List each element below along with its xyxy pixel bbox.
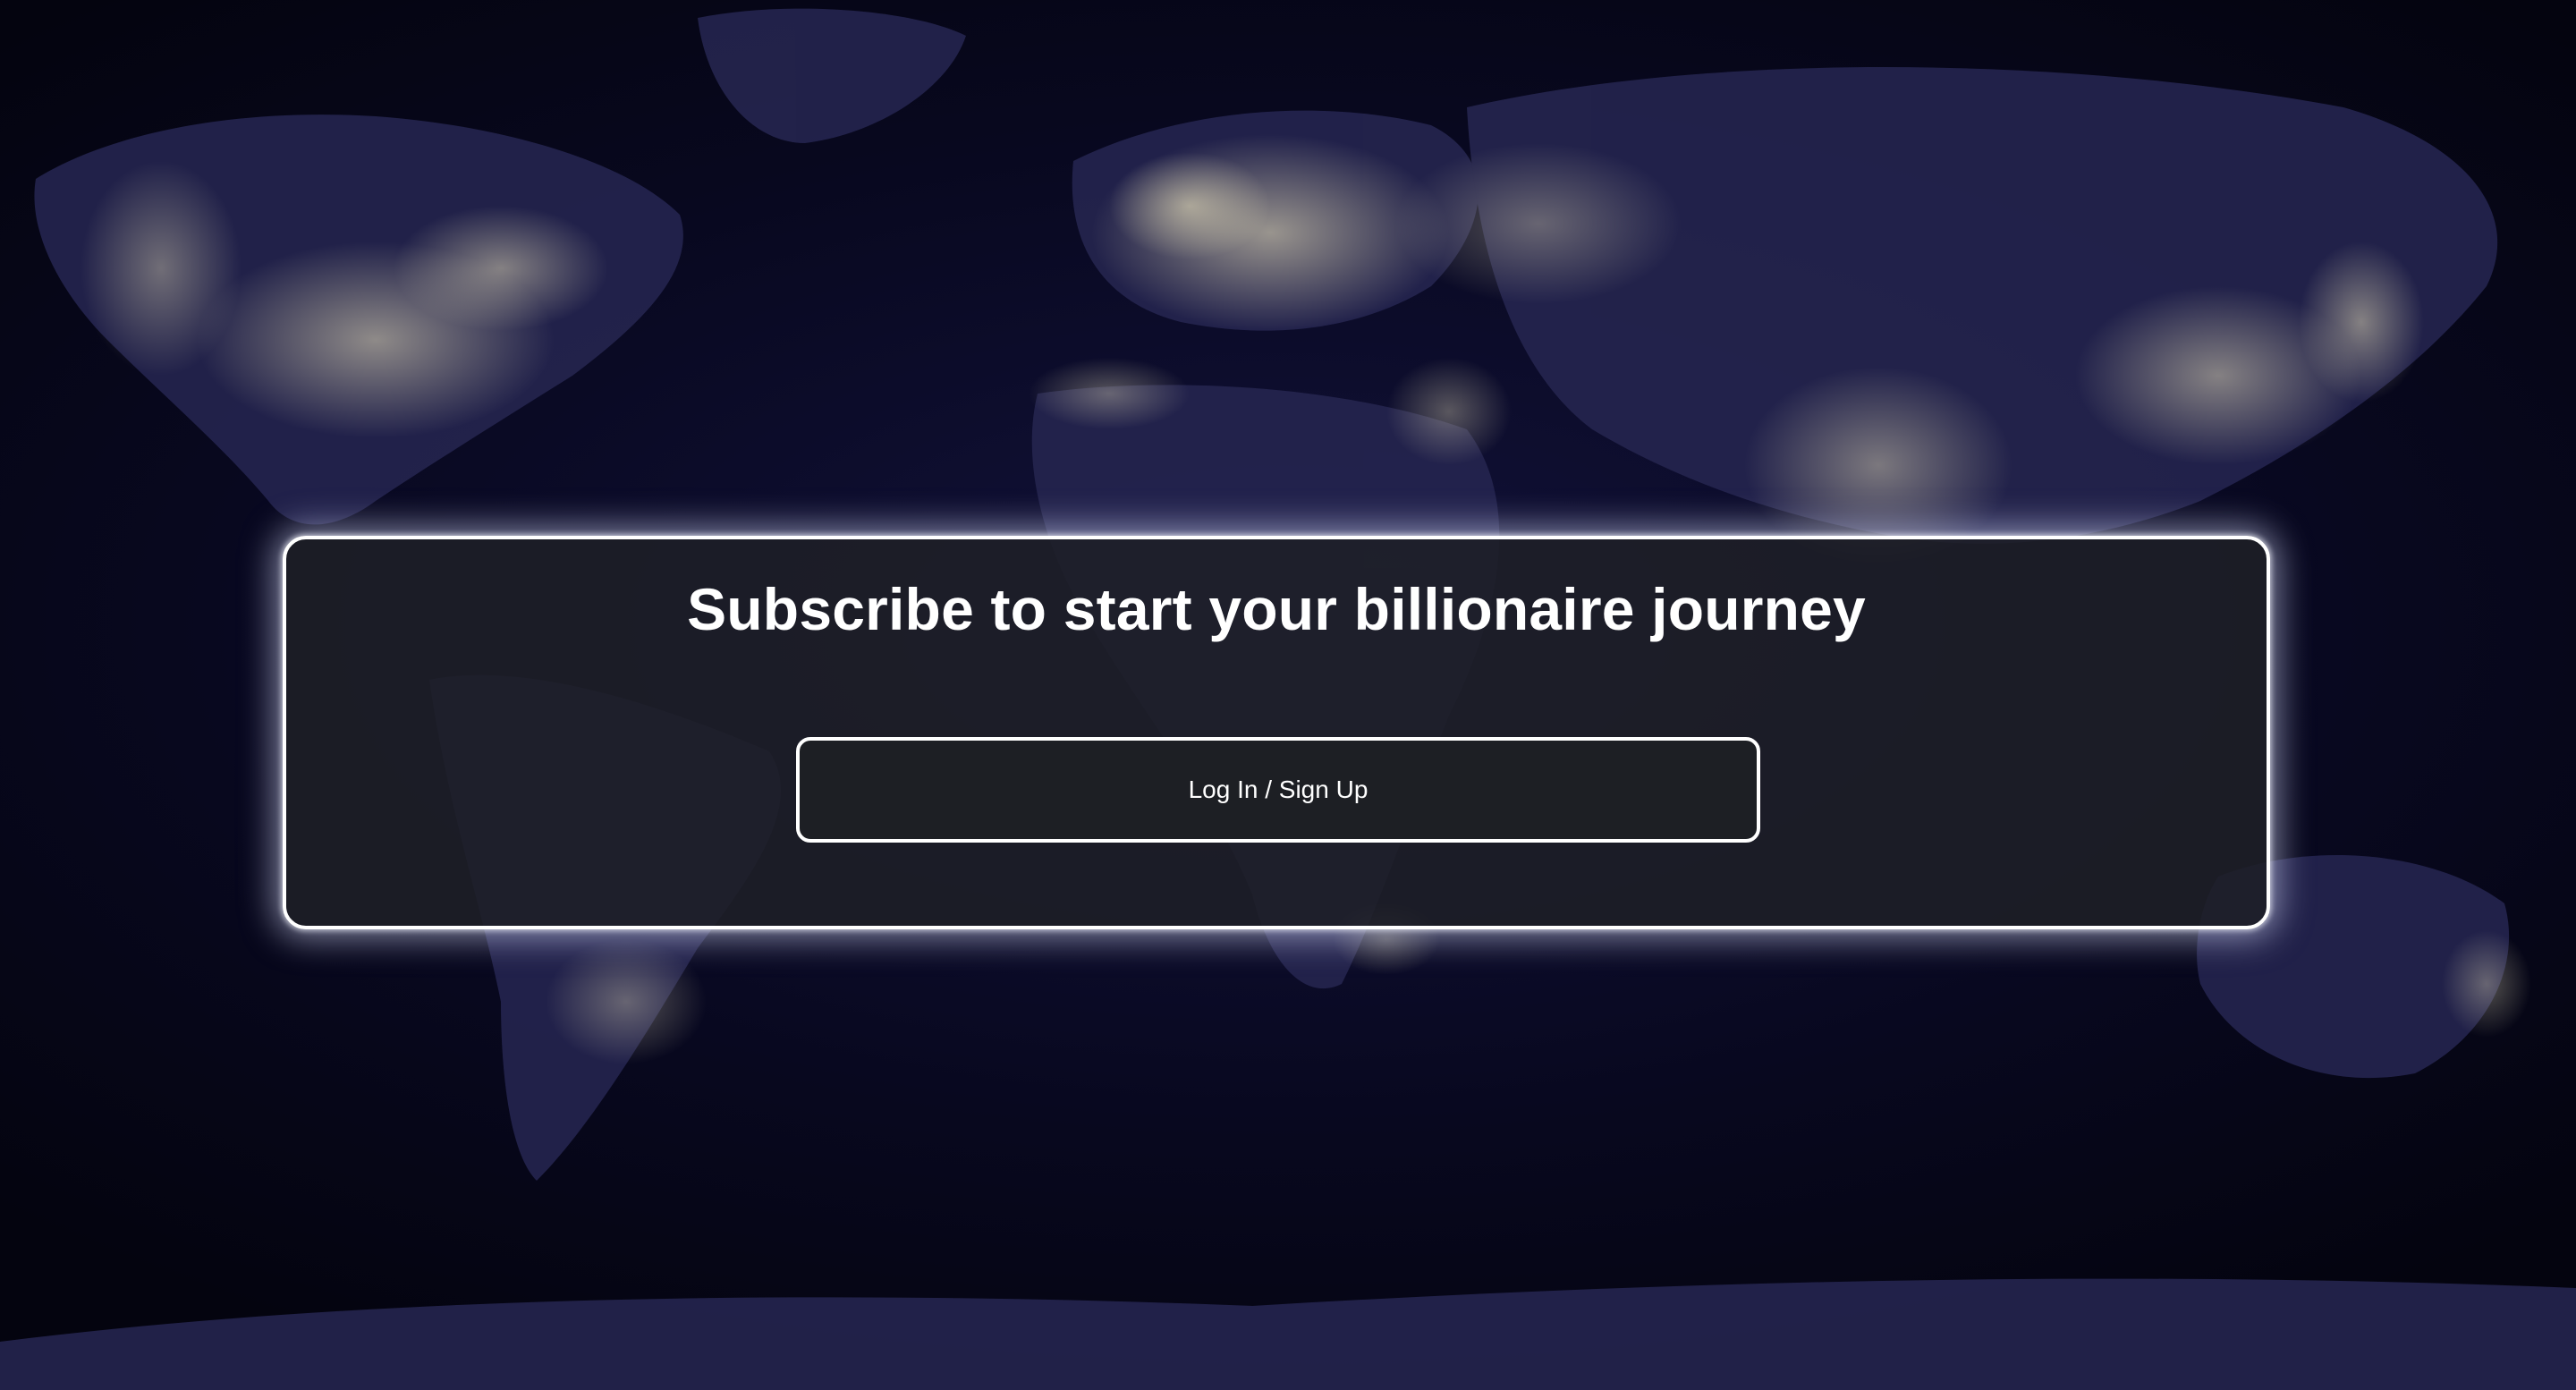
page-root: Subscribe to start your billionaire jour… (0, 0, 2576, 1390)
subscribe-card: Subscribe to start your billionaire jour… (283, 536, 2270, 929)
subscribe-heading: Subscribe to start your billionaire jour… (687, 576, 1866, 642)
login-signup-button[interactable]: Log In / Sign Up (796, 737, 1760, 843)
antarctica-shape (0, 1278, 2576, 1390)
greenland-shape (698, 8, 966, 143)
